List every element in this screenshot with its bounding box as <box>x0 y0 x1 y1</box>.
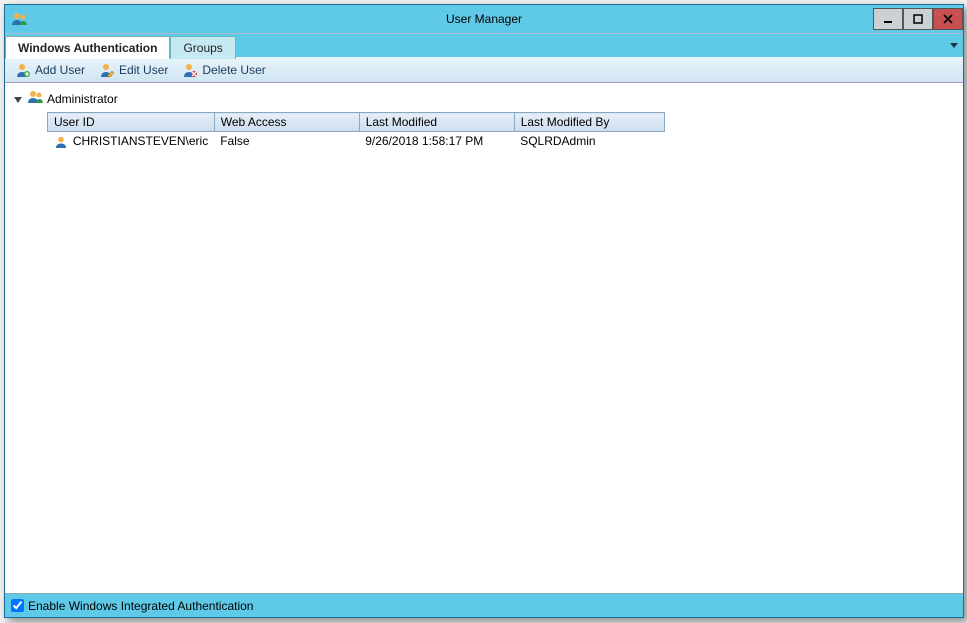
titlebar: User Manager <box>5 5 963 33</box>
enable-windows-auth-label: Enable Windows Integrated Authentication <box>28 599 253 613</box>
tab-windows-authentication[interactable]: Windows Authentication <box>5 36 170 59</box>
user-manager-window: User Manager Windows Authentication Grou… <box>4 4 964 618</box>
user-table: User ID Web Access Last Modified Last Mo… <box>47 112 665 151</box>
add-user-icon <box>15 62 31 78</box>
expand-collapse-icon[interactable] <box>13 94 23 104</box>
content-area: Administrator User ID Web Access Last Mo… <box>5 83 963 593</box>
minimize-button[interactable] <box>873 8 903 30</box>
status-bar: Enable Windows Integrated Authentication <box>5 593 963 617</box>
add-user-button[interactable]: Add User <box>9 60 91 80</box>
edit-user-button[interactable]: Edit User <box>93 60 174 80</box>
column-header-last-modified-by[interactable]: Last Modified By <box>514 113 664 132</box>
column-header-last-modified[interactable]: Last Modified <box>359 113 514 132</box>
delete-user-icon <box>182 62 198 78</box>
user-icon <box>54 135 68 149</box>
maximize-button[interactable] <box>903 8 933 30</box>
tab-overflow-dropdown[interactable] <box>945 34 963 57</box>
table-row[interactable]: CHRISTIANSTEVEN\eric False 9/26/2018 1:5… <box>48 132 665 151</box>
add-user-label: Add User <box>35 63 85 77</box>
edit-user-label: Edit User <box>119 63 168 77</box>
enable-windows-auth-checkbox[interactable] <box>11 599 24 612</box>
cell-web-access: False <box>214 132 359 151</box>
tab-groups[interactable]: Groups <box>170 36 235 59</box>
close-button[interactable] <box>933 8 963 30</box>
delete-user-button[interactable]: Delete User <box>176 60 271 80</box>
cell-last-modified-by: SQLRDAdmin <box>514 132 664 151</box>
tree-root-label[interactable]: Administrator <box>47 92 118 106</box>
tab-bar: Windows Authentication Groups <box>5 33 963 57</box>
window-title: User Manager <box>5 12 963 26</box>
toolbar: Add User Edit User Delete User <box>5 57 963 83</box>
delete-user-label: Delete User <box>202 63 265 77</box>
app-icon <box>11 11 27 27</box>
cell-last-modified: 9/26/2018 1:58:17 PM <box>359 132 514 151</box>
edit-user-icon <box>99 62 115 78</box>
column-header-web-access[interactable]: Web Access <box>214 113 359 132</box>
cell-user-id: CHRISTIANSTEVEN\eric <box>73 134 208 148</box>
tree-root-row[interactable]: Administrator <box>7 87 961 110</box>
group-icon <box>27 89 43 108</box>
column-header-user-id[interactable]: User ID <box>48 113 215 132</box>
